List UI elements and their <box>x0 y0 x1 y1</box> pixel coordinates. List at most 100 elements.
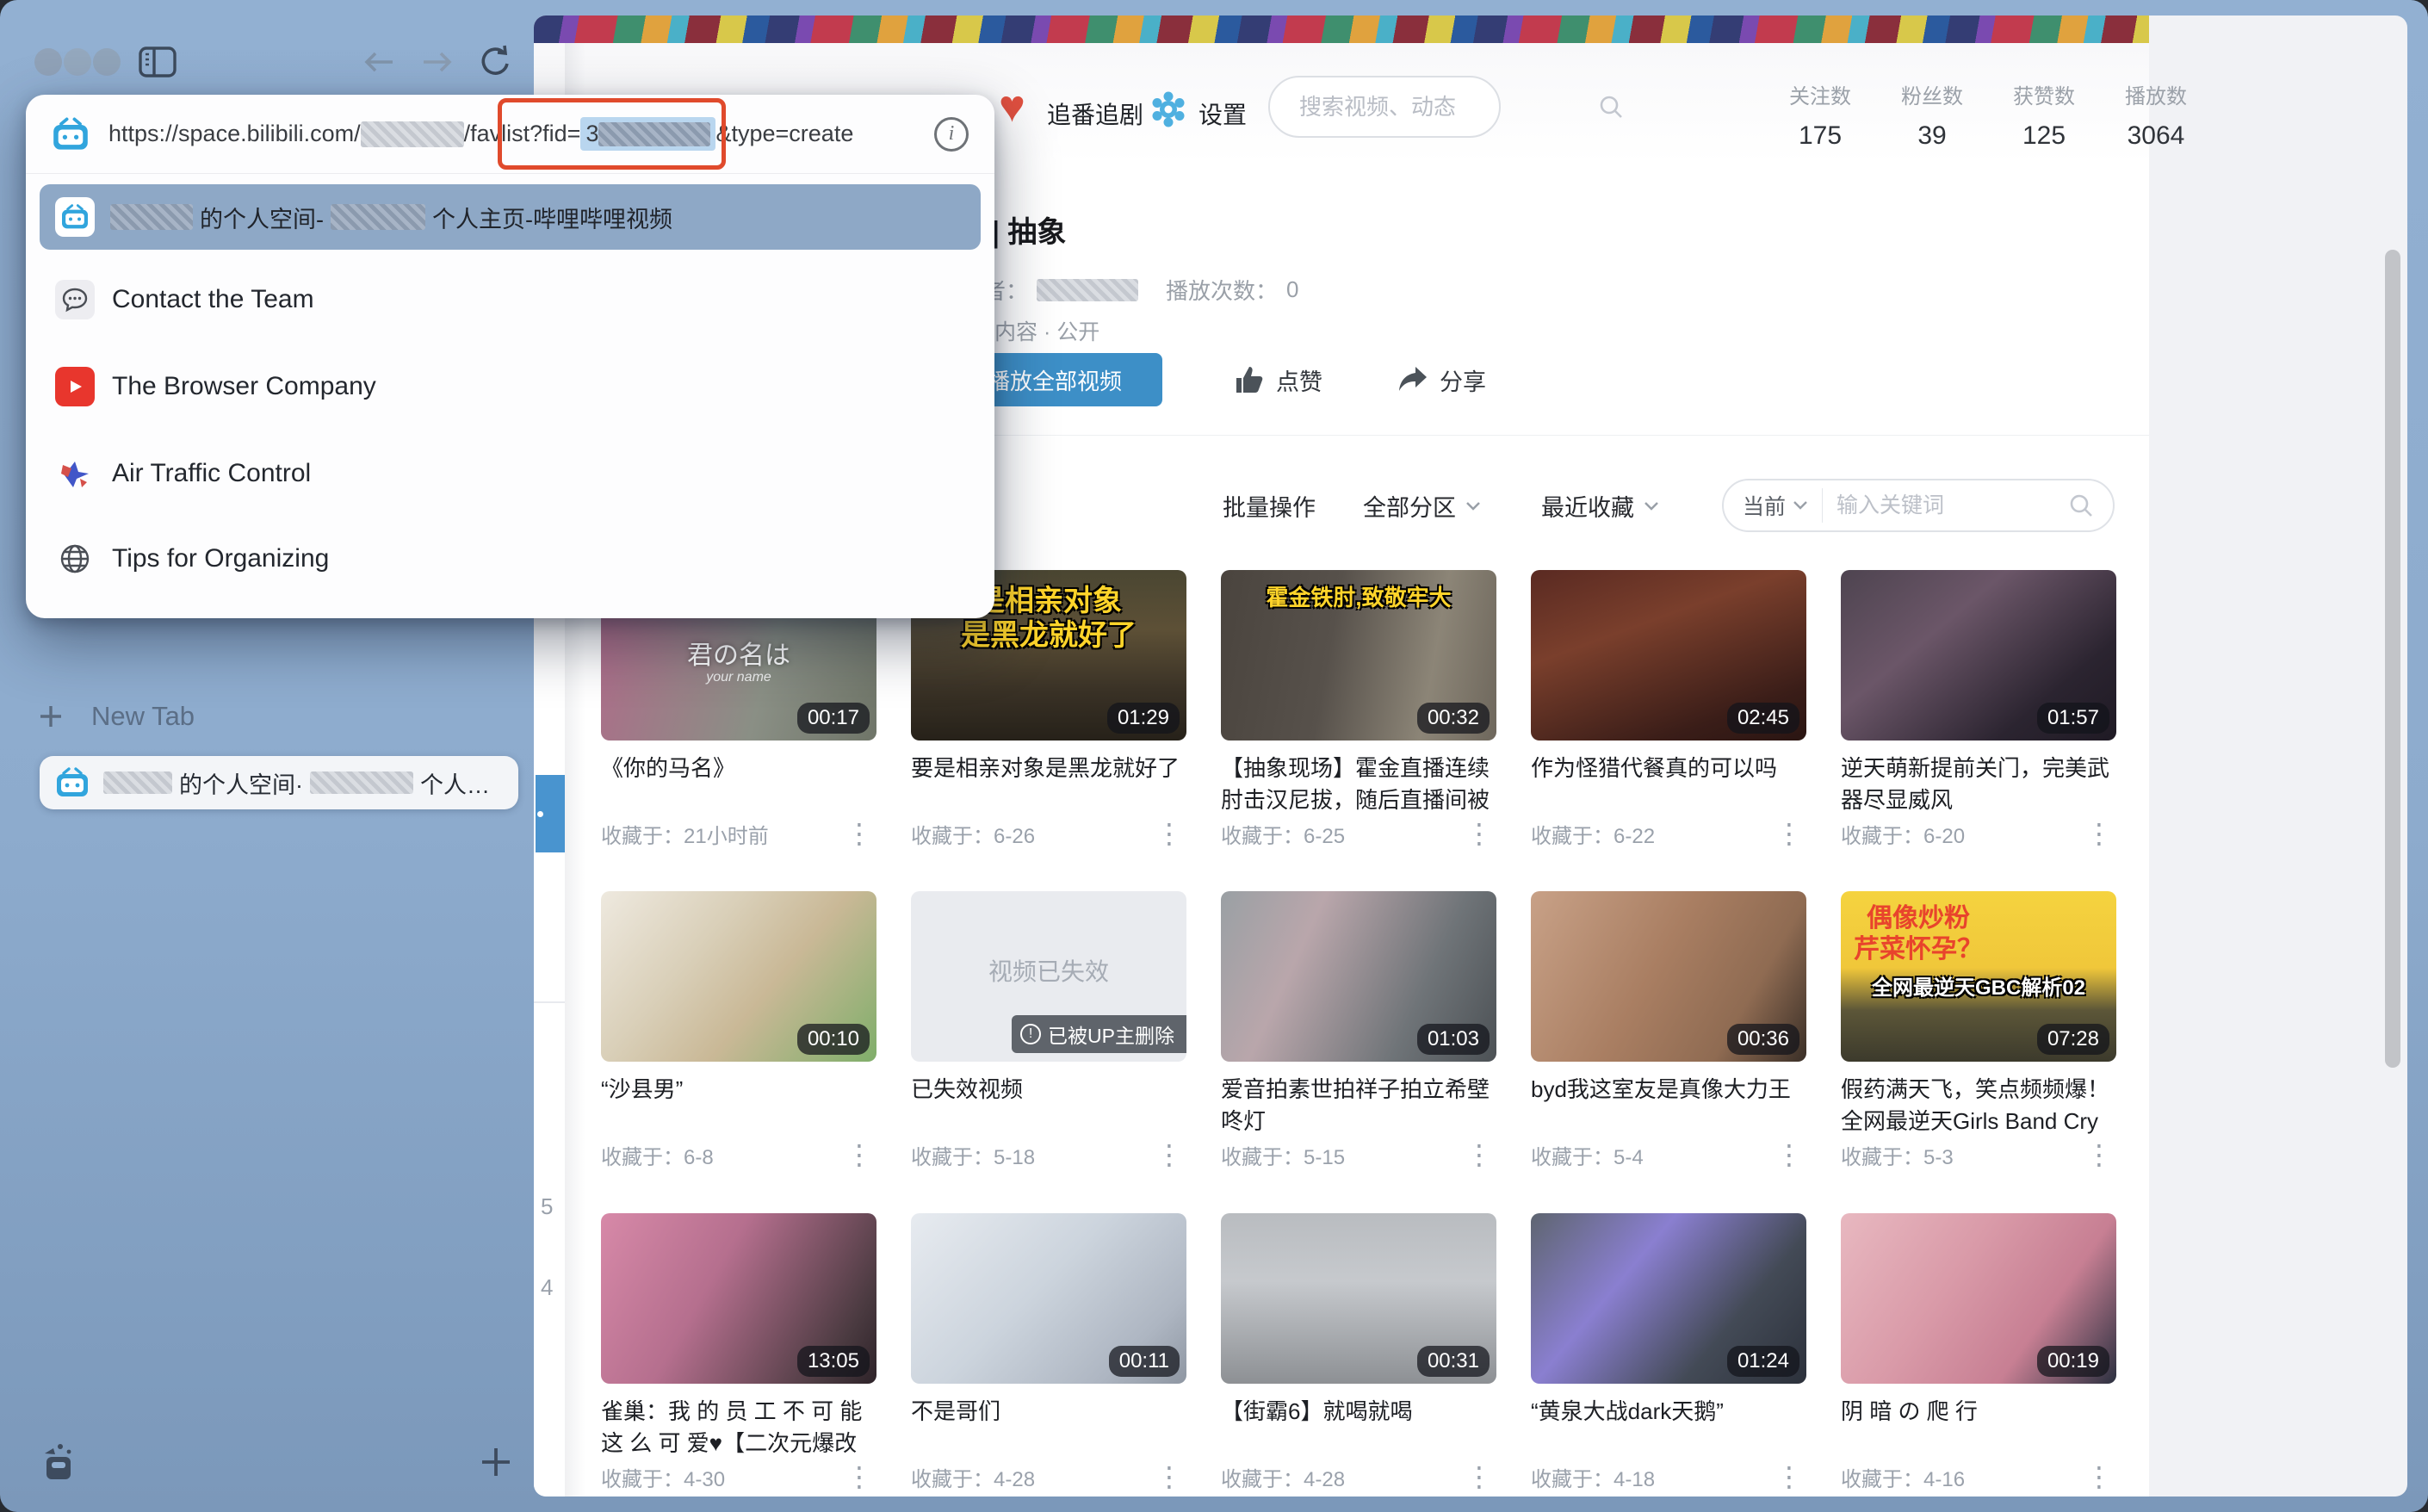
video-thumbnail[interactable]: 01:24 <box>1531 1213 1806 1384</box>
more-menu-icon[interactable]: ⋮ <box>2082 1141 2116 1168</box>
video-thumbnail[interactable]: 00:19 <box>1841 1213 2116 1384</box>
video-card[interactable]: 视频已失效 !已被UP主删除 已失效视频 收藏于：5-18⋮ <box>911 891 1186 1177</box>
keyword-search-box[interactable]: 当前 <box>1722 479 2115 532</box>
video-thumbnail[interactable]: 00:11 <box>911 1213 1186 1384</box>
duration-badge: 00:19 <box>2037 1346 2109 1377</box>
minimize-window-button[interactable] <box>64 48 91 76</box>
video-card[interactable]: 01:24 “黄泉大战dark天鹅” 收藏于：4-18⋮ <box>1531 1213 1806 1497</box>
more-menu-icon[interactable]: ⋮ <box>1772 820 1806 847</box>
video-card[interactable]: 01:57 逆天萌新提前关门，完美武器尽显威风 收藏于：6-20⋮ <box>1841 570 2116 856</box>
nav-search-box[interactable] <box>1268 76 1501 138</box>
video-title[interactable]: 作为怪猎代餐真的可以吗 <box>1531 753 1806 784</box>
category-dropdown[interactable]: 全部分区 <box>1363 489 1482 523</box>
video-thumbnail[interactable]: 01:57 <box>1841 570 2116 741</box>
divider <box>1822 488 1823 523</box>
video-title[interactable]: 逆天萌新提前关门，完美武器尽显威风 <box>1841 753 2116 816</box>
more-menu-icon[interactable]: ⋮ <box>2082 1463 2116 1490</box>
active-tab[interactable]: 的个人空间·个人… <box>40 756 518 809</box>
video-title[interactable]: 假药满天飞，笑点频频爆！全网最逆天Girls Band Cry解析 <box>1841 1074 2116 1139</box>
info-icon[interactable]: i <box>934 117 969 152</box>
thumb-caption: your name <box>601 670 876 685</box>
more-menu-icon[interactable]: ⋮ <box>1772 1141 1806 1168</box>
duration-badge: 00:31 <box>1417 1346 1490 1377</box>
more-menu-icon[interactable]: ⋮ <box>1152 820 1186 847</box>
nav-settings[interactable]: 设置 <box>1199 96 1247 131</box>
video-title[interactable]: 《你的马名》 <box>601 753 876 784</box>
video-thumbnail-invalid[interactable]: 视频已失效 !已被UP主删除 <box>911 891 1186 1062</box>
more-menu-icon[interactable]: ⋮ <box>1462 820 1496 847</box>
forward-arrow-icon[interactable] <box>420 48 455 76</box>
new-tab-button[interactable]: New Tab <box>38 692 503 741</box>
video-title[interactable]: 不是哥们 <box>911 1396 1186 1428</box>
sidebar-toggle-icon[interactable] <box>138 45 177 79</box>
video-thumbnail[interactable]: 00:10 <box>601 891 876 1062</box>
video-title[interactable]: “沙县男” <box>601 1074 876 1106</box>
video-title[interactable]: 【街霸6】就喝就喝 <box>1221 1396 1496 1428</box>
more-menu-icon[interactable]: ⋮ <box>1462 1141 1496 1168</box>
video-title[interactable]: 雀巢：我 的 员 工 不 可 能 这 么 可 爱♥【二次元爆改 <box>601 1396 876 1459</box>
more-menu-icon[interactable]: ⋮ <box>1152 1141 1186 1168</box>
suggestion-air-traffic-control[interactable]: Air Traffic Control <box>40 434 981 513</box>
video-title[interactable]: “黄泉大战dark天鹅” <box>1531 1396 1806 1428</box>
video-card[interactable]: 01:03 爱音拍素世拍祥子拍立希壁咚灯 收藏于：5-15⋮ <box>1221 891 1496 1177</box>
more-menu-icon[interactable]: ⋮ <box>842 1141 876 1168</box>
redacted-fid <box>598 122 710 146</box>
share-button[interactable]: 分享 <box>1397 353 1486 406</box>
url-text[interactable]: https://space.bilibili.com//favlist?fid=… <box>108 117 853 151</box>
thumb-caption: 霍金铁肘,致敬牢大 <box>1221 580 1496 612</box>
close-window-button[interactable] <box>34 48 62 76</box>
video-thumbnail[interactable]: 偶像炒粉 芹菜怀孕？ 全网最逆天GBC解析02 07:28 <box>1841 891 2116 1062</box>
reload-icon[interactable] <box>479 43 513 79</box>
video-thumbnail[interactable]: 13:05 <box>601 1213 876 1384</box>
page-scrollbar[interactable] <box>2385 250 2400 1068</box>
scope-dropdown[interactable]: 当前 <box>1743 490 1808 521</box>
video-thumbnail[interactable]: 01:03 <box>1221 891 1496 1062</box>
nav-bangumi[interactable]: 追番追剧 <box>1047 96 1143 131</box>
video-title[interactable]: byd我这室友是真像大力王 <box>1531 1074 1806 1106</box>
more-menu-icon[interactable]: ⋮ <box>1152 1463 1186 1490</box>
more-menu-icon[interactable]: ⋮ <box>842 1463 876 1490</box>
video-card[interactable]: 00:11 不是哥们 收藏于：4-28⋮ <box>911 1213 1186 1497</box>
video-card[interactable]: 00:36 byd我这室友是真像大力王 收藏于：5-4⋮ <box>1531 891 1806 1177</box>
like-button[interactable]: 点赞 <box>1233 353 1322 406</box>
video-thumbnail[interactable]: 霍金铁肘,致敬牢大 00:32 <box>1221 570 1496 741</box>
video-card[interactable]: 00:31 【街霸6】就喝就喝 收藏于：4-28⋮ <box>1221 1213 1496 1497</box>
zoom-window-button[interactable] <box>93 48 121 76</box>
nav-search-input[interactable] <box>1299 94 1588 121</box>
more-menu-icon[interactable]: ⋮ <box>1772 1463 1806 1490</box>
keyword-input[interactable] <box>1836 493 2068 518</box>
duration-badge: 07:28 <box>2037 1024 2109 1055</box>
video-card[interactable]: 偶像炒粉 芹菜怀孕？ 全网最逆天GBC解析02 07:28 假药满天飞，笑点频频… <box>1841 891 2116 1177</box>
more-menu-icon[interactable]: ⋮ <box>1462 1463 1496 1490</box>
suggestion-contact-team[interactable]: Contact the Team <box>40 260 981 339</box>
back-arrow-icon[interactable] <box>362 48 396 76</box>
more-menu-icon[interactable]: ⋮ <box>842 820 876 847</box>
video-title[interactable]: 阴 暗 の 爬 行 <box>1841 1396 2116 1428</box>
suggestion-browser-company[interactable]: The Browser Company <box>40 347 981 426</box>
batch-action-button[interactable]: 批量操作 <box>1223 489 1316 523</box>
video-thumbnail[interactable]: 02:45 <box>1531 570 1806 741</box>
suggestion-tips-organizing[interactable]: Tips for Organizing <box>40 519 981 598</box>
video-card[interactable]: 00:10 “沙县男” 收藏于：6-8⋮ <box>601 891 876 1177</box>
video-card[interactable]: 02:45 作为怪猎代餐真的可以吗 收藏于：6-22⋮ <box>1531 570 1806 856</box>
search-icon[interactable] <box>1598 94 1624 120</box>
video-title[interactable]: 已失效视频 <box>911 1074 1186 1106</box>
url-bar[interactable]: https://space.bilibili.com//favlist?fid=… <box>26 95 994 174</box>
suggestion-label: Tips for Organizing <box>112 544 329 573</box>
archive-icon[interactable] <box>38 1440 81 1484</box>
sort-dropdown[interactable]: 最近收藏 <box>1541 489 1660 523</box>
video-title[interactable]: 要是相亲对象是黑龙就好了 <box>911 753 1186 784</box>
suggestion-selected[interactable]: 的个人空间-个人主页-哔哩哔哩视频 <box>40 184 981 250</box>
video-title[interactable]: 【抽象现场】霍金直播连续肘击汉尼拔，随后直播间被封 <box>1221 753 1496 818</box>
new-item-plus-icon[interactable] <box>479 1445 513 1479</box>
video-card[interactable]: 霍金铁肘,致敬牢大 00:32 【抽象现场】霍金直播连续肘击汉尼拔，随后直播间被… <box>1221 570 1496 856</box>
more-menu-icon[interactable]: ⋮ <box>2082 820 2116 847</box>
folder-list-selected-item[interactable] <box>536 775 565 852</box>
video-card[interactable]: 00:19 阴 暗 の 爬 行 收藏于：4-16⋮ <box>1841 1213 2116 1497</box>
stat-label: 获赞数 <box>2004 79 2084 109</box>
video-title[interactable]: 爱音拍素世拍祥子拍立希壁咚灯 <box>1221 1074 1496 1137</box>
search-icon[interactable] <box>2068 493 2094 518</box>
video-card[interactable]: 13:05 雀巢：我 的 员 工 不 可 能 这 么 可 爱♥【二次元爆改 收藏… <box>601 1213 876 1497</box>
video-thumbnail[interactable]: 00:36 <box>1531 891 1806 1062</box>
video-thumbnail[interactable]: 00:31 <box>1221 1213 1496 1384</box>
